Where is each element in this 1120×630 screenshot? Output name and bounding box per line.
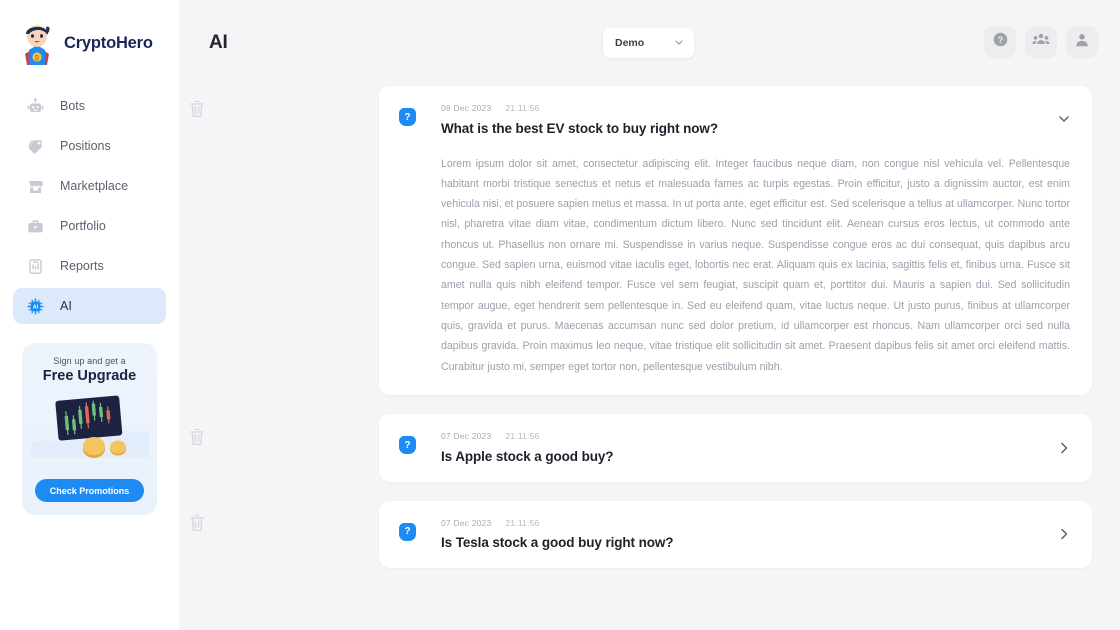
conversation-meta: 07 Dec 2023 21:11:56 bbox=[441, 519, 673, 528]
conversation-question: Is Tesla stock a good buy right now? bbox=[441, 535, 674, 551]
promo-title: Free Upgrade bbox=[42, 368, 137, 384]
community-button[interactable] bbox=[1025, 26, 1057, 58]
trash-icon bbox=[188, 427, 206, 452]
conversation-card[interactable]: ? 09 Dec 2023 21:11:56 What is the best … bbox=[379, 86, 1092, 396]
sidebar-item-label: Positions bbox=[60, 139, 111, 153]
candlestick-chart-coins-art-icon bbox=[30, 392, 149, 458]
conversation-header: ? 07 Dec 2023 21:11:56 Is Tesla stock a … bbox=[399, 519, 1070, 551]
conversation-row: ? 07 Dec 2023 21:11:56 Is Apple stock a … bbox=[190, 414, 1092, 482]
delete-conversation-button[interactable] bbox=[187, 100, 207, 122]
chip-ai-icon: AI bbox=[27, 297, 44, 315]
svg-text:₿: ₿ bbox=[35, 55, 40, 62]
question-mark-badge-icon: ? bbox=[399, 108, 416, 126]
question-circle-icon: ? bbox=[992, 31, 1009, 53]
briefcase-icon bbox=[27, 218, 44, 235]
svg-text:AI: AI bbox=[33, 304, 39, 310]
trash-icon bbox=[188, 99, 206, 124]
robot-icon bbox=[27, 97, 44, 115]
question-mark-badge-icon: ? bbox=[399, 436, 416, 455]
main-content: AI Demo ? ? 09 Dec 2023 21:11:56 What is… bbox=[179, 0, 1120, 630]
conversation-meta: 09 Dec 2023 21:11:56 bbox=[441, 104, 718, 113]
conversation-list: ? 09 Dec 2023 21:11:56 What is the best … bbox=[179, 86, 1120, 569]
sidebar-item-positions[interactable]: Positions bbox=[13, 128, 166, 164]
sidebar-item-label: Marketplace bbox=[60, 179, 129, 193]
sidebar-item-label: AI bbox=[60, 299, 72, 313]
sidebar-nav: Bots Positions Marketplace Portfolio Rep… bbox=[0, 88, 179, 324]
promo-card: Sign up and get a Free Upgrade Check Pro… bbox=[22, 343, 157, 515]
sidebar-item-label: Bots bbox=[60, 99, 86, 113]
page-title: AI bbox=[209, 32, 228, 53]
sidebar-item-ai[interactable]: AI AI bbox=[13, 288, 166, 324]
account-selector[interactable]: Demo bbox=[603, 28, 694, 58]
topbar: AI Demo ? bbox=[179, 0, 1120, 86]
app-root: ₿ CryptoHero Bots Positions Marketplace … bbox=[0, 0, 1120, 630]
question-mark-badge-icon: ? bbox=[399, 522, 416, 541]
conversation-time: 21:11:56 bbox=[505, 103, 540, 113]
conversation-time: 21:11:56 bbox=[505, 431, 540, 442]
conversation-header: ? 09 Dec 2023 21:11:56 What is the best … bbox=[399, 104, 1070, 136]
sidebar-item-portfolio[interactable]: Portfolio bbox=[13, 208, 166, 244]
sidebar-item-marketplace[interactable]: Marketplace bbox=[13, 168, 166, 204]
conversation-question: Is Apple stock a good buy? bbox=[441, 448, 614, 464]
sidebar-item-label: Portfolio bbox=[60, 219, 106, 233]
user-icon bbox=[1074, 32, 1090, 53]
sidebar-item-label: Reports bbox=[60, 259, 104, 273]
conversation-date: 09 Dec 2023 bbox=[441, 103, 492, 113]
sidebar-item-reports[interactable]: Reports bbox=[13, 248, 166, 284]
report-icon bbox=[27, 258, 44, 275]
tag-icon bbox=[27, 138, 44, 155]
top-actions: ? bbox=[984, 26, 1098, 58]
conversation-card[interactable]: ? 07 Dec 2023 21:11:56 Is Apple stock a … bbox=[379, 414, 1092, 482]
profile-button[interactable] bbox=[1066, 26, 1098, 58]
delete-conversation-button[interactable] bbox=[187, 513, 207, 538]
brand-name: CryptoHero bbox=[64, 33, 153, 52]
brand-logo[interactable]: ₿ CryptoHero bbox=[0, 0, 179, 66]
conversation-date: 07 Dec 2023 bbox=[441, 431, 492, 442]
help-button[interactable]: ? bbox=[984, 26, 1016, 58]
people-group-icon bbox=[1032, 31, 1050, 53]
check-promotions-button[interactable]: Check Promotions bbox=[35, 479, 144, 502]
store-icon bbox=[27, 178, 44, 195]
account-selector-value: Demo bbox=[615, 37, 645, 49]
conversation-row: ? 09 Dec 2023 21:11:56 What is the best … bbox=[190, 86, 1092, 396]
conversation-texts: 07 Dec 2023 21:11:56 Is Tesla stock a go… bbox=[441, 519, 674, 551]
conversation-answer: Lorem ipsum dolor sit amet, consectetur … bbox=[441, 157, 1070, 373]
conversation-question: What is the best EV stock to buy right n… bbox=[441, 120, 718, 136]
chevron-down-icon[interactable] bbox=[1056, 111, 1072, 127]
trash-icon bbox=[188, 513, 206, 538]
conversation-texts: 09 Dec 2023 21:11:56 What is the best EV… bbox=[441, 104, 718, 136]
conversation-texts: 07 Dec 2023 21:11:56 Is Apple stock a go… bbox=[441, 432, 614, 464]
svg-text:?: ? bbox=[997, 35, 1002, 45]
conversation-row: ? 07 Dec 2023 21:11:56 Is Tesla stock a … bbox=[190, 500, 1092, 569]
chevron-right-icon[interactable] bbox=[1056, 526, 1072, 542]
conversation-date: 07 Dec 2023 bbox=[441, 517, 492, 528]
chevron-right-icon[interactable] bbox=[1056, 440, 1072, 456]
conversation-time: 21:11:56 bbox=[505, 517, 540, 528]
promo-subtitle: Sign up and get a bbox=[53, 356, 126, 366]
conversation-meta: 07 Dec 2023 21:11:56 bbox=[441, 432, 613, 441]
sidebar-item-bots[interactable]: Bots bbox=[13, 88, 166, 124]
chevron-down-icon bbox=[674, 34, 684, 52]
conversation-card[interactable]: ? 07 Dec 2023 21:11:56 Is Tesla stock a … bbox=[379, 500, 1092, 569]
hero-avatar-logo-icon: ₿ bbox=[16, 20, 58, 66]
conversation-header: ? 07 Dec 2023 21:11:56 Is Apple stock a … bbox=[399, 432, 1070, 464]
delete-conversation-button[interactable] bbox=[187, 428, 207, 450]
sidebar: ₿ CryptoHero Bots Positions Marketplace … bbox=[0, 0, 179, 630]
